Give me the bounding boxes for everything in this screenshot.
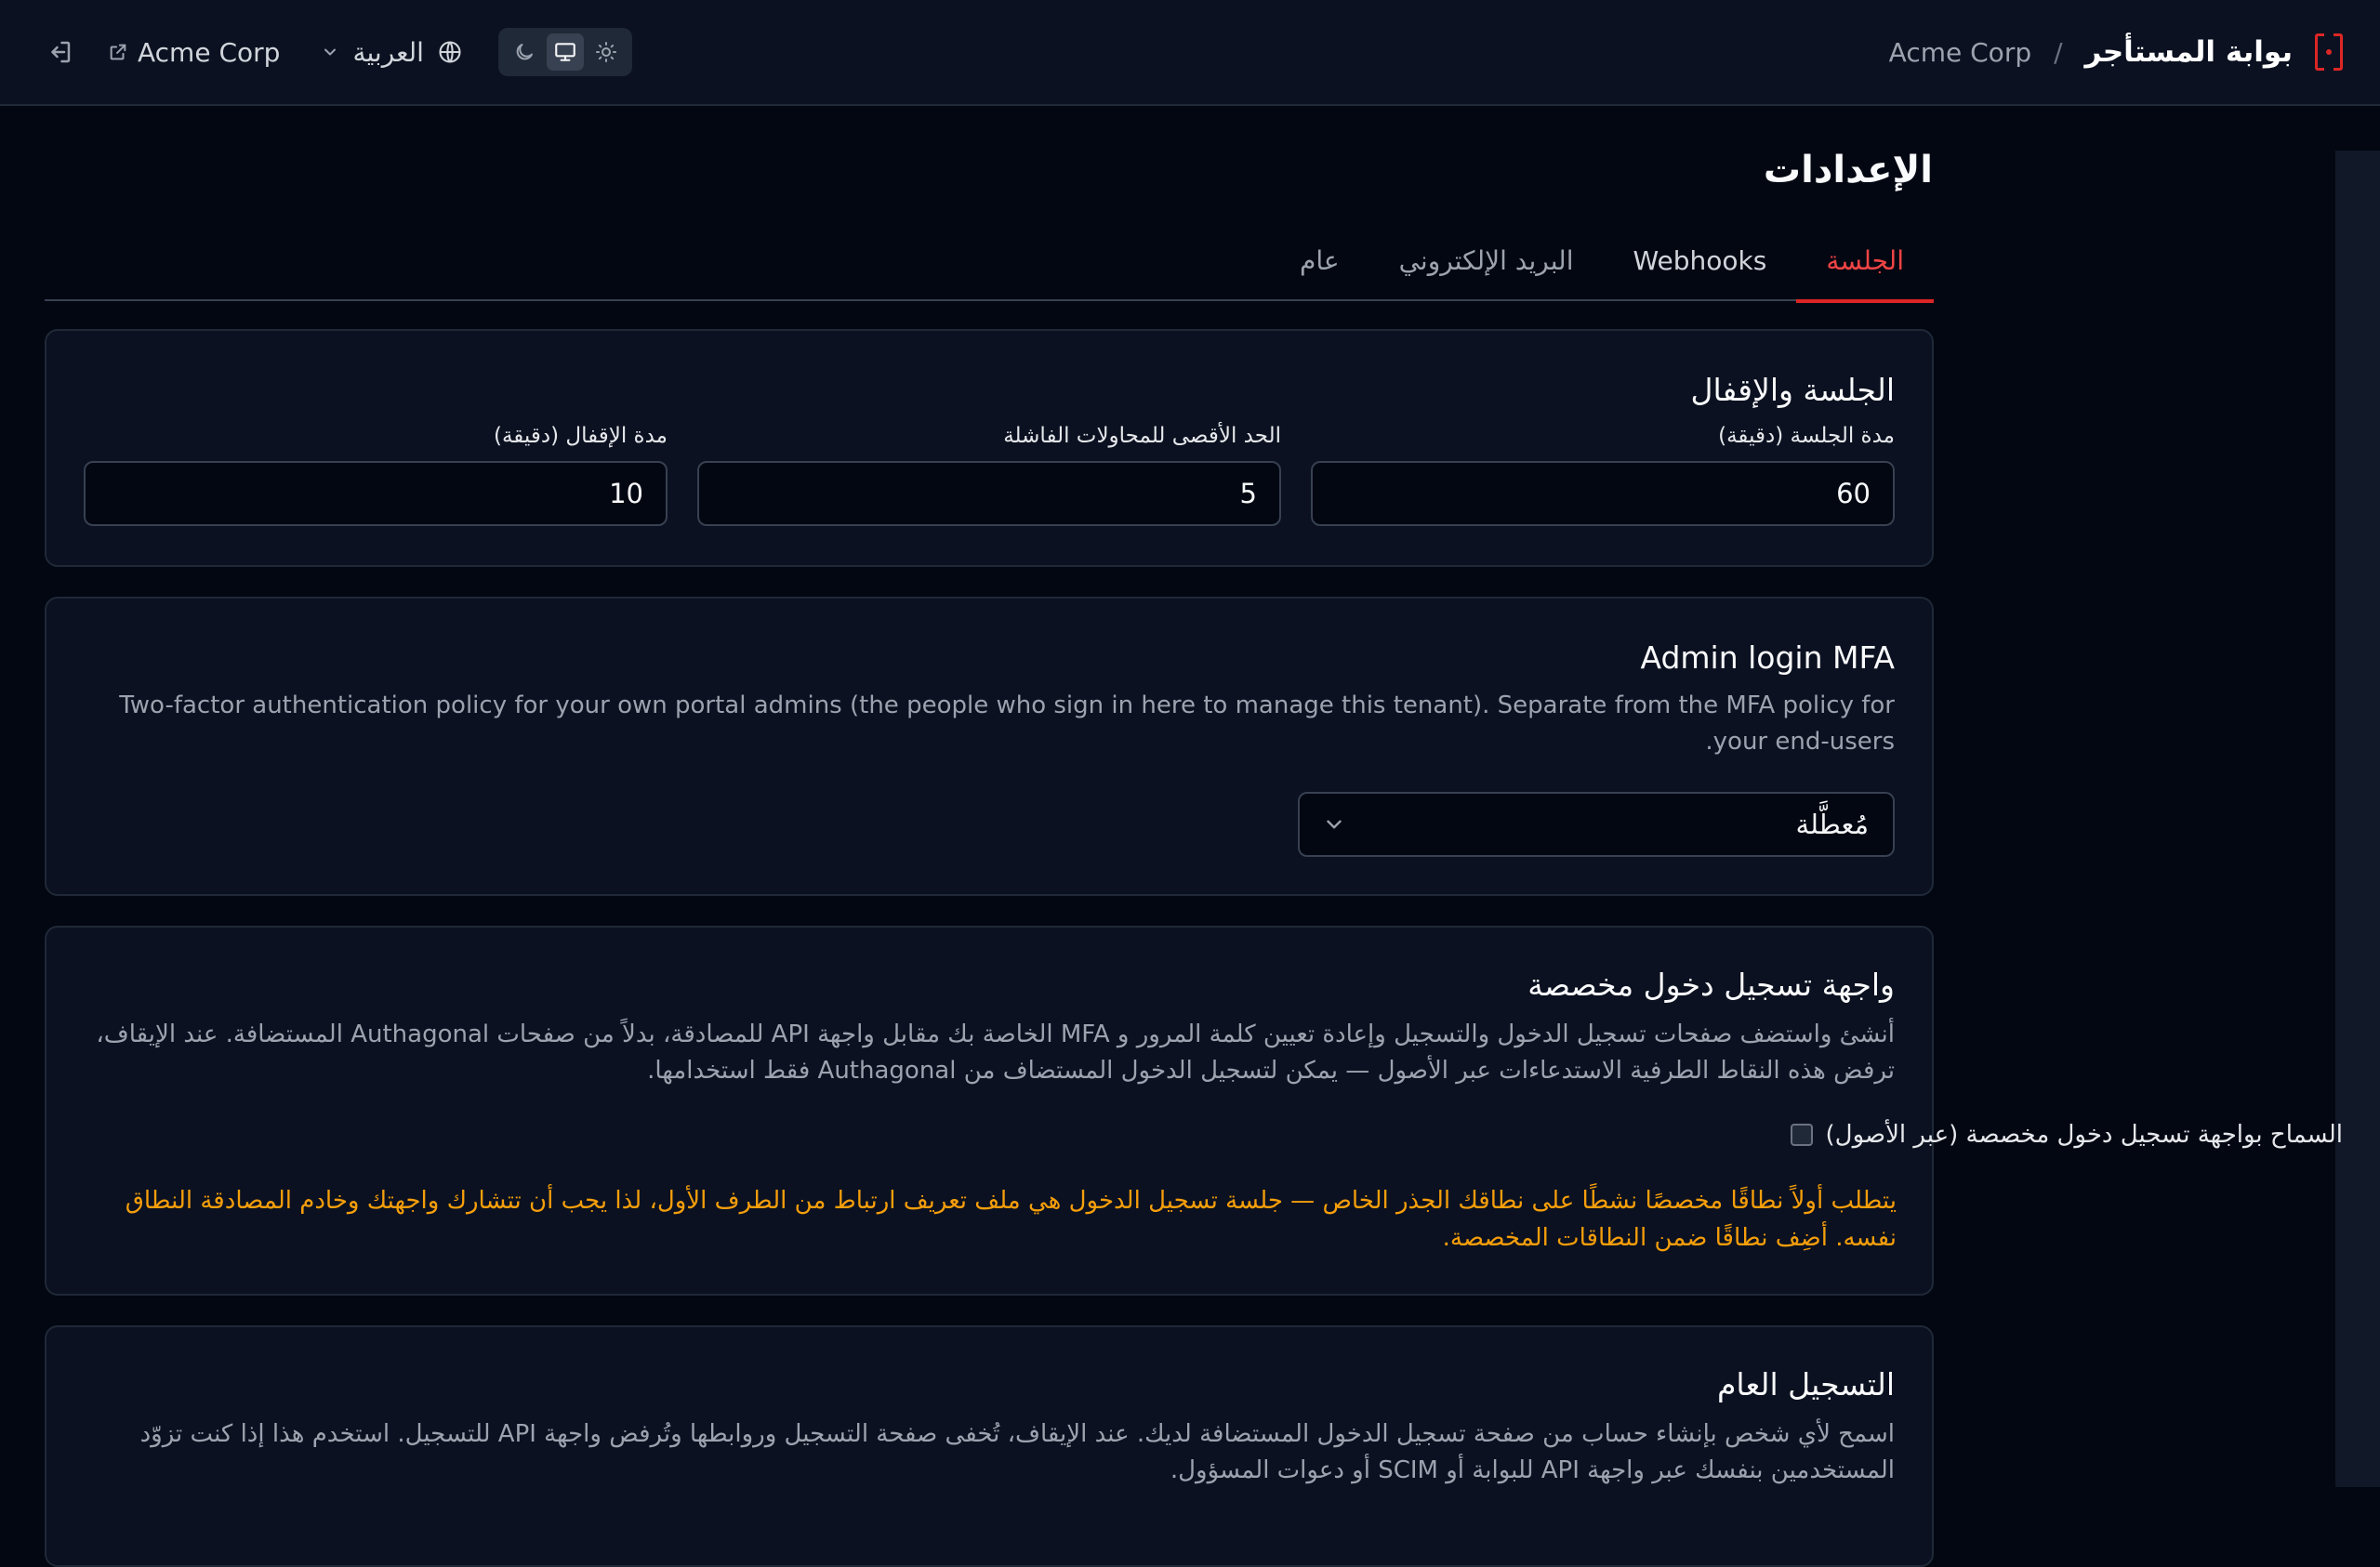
- tab-webhooks[interactable]: Webhooks: [1603, 227, 1796, 301]
- session-card-title: الجلسة والإقفال: [1690, 372, 1896, 408]
- mfa-policy-value: مُعطَّلة: [1795, 809, 1869, 840]
- chevron-down-icon: [324, 48, 337, 56]
- lockout-duration-label: مدة الإقفال (دقيقة): [493, 424, 668, 448]
- tenant-link-label: Acme Corp: [138, 36, 281, 68]
- settings-tabs: الجلسة Webhooks البريد الإلكتروني عام: [45, 227, 1934, 303]
- tab-email[interactable]: البريد الإلكتروني: [1369, 227, 1604, 301]
- lockout-duration-input[interactable]: 10: [84, 461, 668, 526]
- external-link-icon: [110, 44, 126, 60]
- chevron-down-icon: [1327, 820, 1342, 829]
- globe-icon: [439, 41, 461, 63]
- custom-domain-warning: يتطلب أولاً نطاقًا مخصصًا نشطًا على نطاق…: [125, 1187, 1897, 1252]
- brand-logo-icon: [2315, 33, 2343, 71]
- page-title: الإعدادات: [1763, 149, 1933, 191]
- theme-system-button[interactable]: [546, 33, 584, 71]
- language-label: العربية: [352, 36, 424, 68]
- logout-button[interactable]: [45, 37, 74, 67]
- max-failed-attempts-label: الحد الأقصى للمحاولات الفاشلة: [1003, 424, 1281, 448]
- tab-general[interactable]: عام: [1270, 227, 1369, 301]
- public-signup-card: التسجيل العام اسمح لأي شخص بإنشاء حساب م…: [45, 1325, 1934, 1567]
- custom-login-card-title: واجهة تسجيل دخول مخصصة: [1527, 967, 1895, 1003]
- public-signup-card-description: اسمح لأي شخص بإنشاء حساب من صفحة تسجيل ا…: [139, 1420, 1895, 1484]
- header-actions: Acme Corp العربية: [45, 26, 632, 78]
- scrollbar-track[interactable]: [2335, 151, 2380, 1487]
- sun-icon: [595, 42, 616, 62]
- breadcrumb-separator: /: [2054, 36, 2063, 68]
- tenant-external-link[interactable]: Acme Corp: [108, 37, 280, 68]
- app-title: بوابة المستأجر: [2084, 35, 2293, 69]
- allow-custom-login-label: السماح بواجهة تسجيل دخول مخصصة (عبر الأص…: [1825, 1121, 2343, 1149]
- brand: بوابة المستأجر / Acme Corp: [1889, 28, 2343, 76]
- theme-dark-button[interactable]: [506, 33, 543, 71]
- mfa-policy-select[interactable]: مُعطَّلة: [1298, 792, 1895, 857]
- allow-custom-login-checkbox[interactable]: [1790, 1124, 1813, 1146]
- top-bar: بوابة المستأجر / Acme Corp Acme Corp الع…: [0, 0, 2380, 106]
- logout-icon: [51, 41, 71, 63]
- theme-switcher: [497, 28, 632, 76]
- session-duration-label: مدة الجلسة (دقيقة): [1718, 424, 1895, 448]
- moon-icon: [516, 44, 533, 60]
- public-signup-card-title: التسجيل العام: [1717, 1366, 1895, 1402]
- admin-mfa-card: Admin login MFA Two-factor authenticatio…: [45, 597, 1934, 896]
- mfa-card-title: Admin login MFA: [1640, 639, 1895, 676]
- session-duration-input[interactable]: 60: [1311, 461, 1895, 526]
- max-failed-attempts-input[interactable]: 5: [697, 461, 1281, 526]
- tab-session[interactable]: الجلسة: [1796, 227, 1934, 303]
- custom-login-card-description: أنشئ واستضف صفحات تسجيل الدخول والتسجيل …: [96, 1021, 1895, 1085]
- language-switcher[interactable]: العربية: [321, 37, 463, 68]
- allow-custom-login-toggle[interactable]: السماح بواجهة تسجيل دخول مخصصة (عبر الأص…: [1790, 1121, 2343, 1149]
- theme-light-button[interactable]: [588, 33, 625, 71]
- session-lockout-card: الجلسة والإقفال مدة الجلسة (دقيقة) 60 ال…: [45, 329, 1934, 567]
- breadcrumb-tenant[interactable]: Acme Corp: [1889, 37, 2031, 68]
- monitor-icon: [555, 43, 575, 61]
- mfa-card-description: Two-factor authentication policy for you…: [119, 691, 1895, 756]
